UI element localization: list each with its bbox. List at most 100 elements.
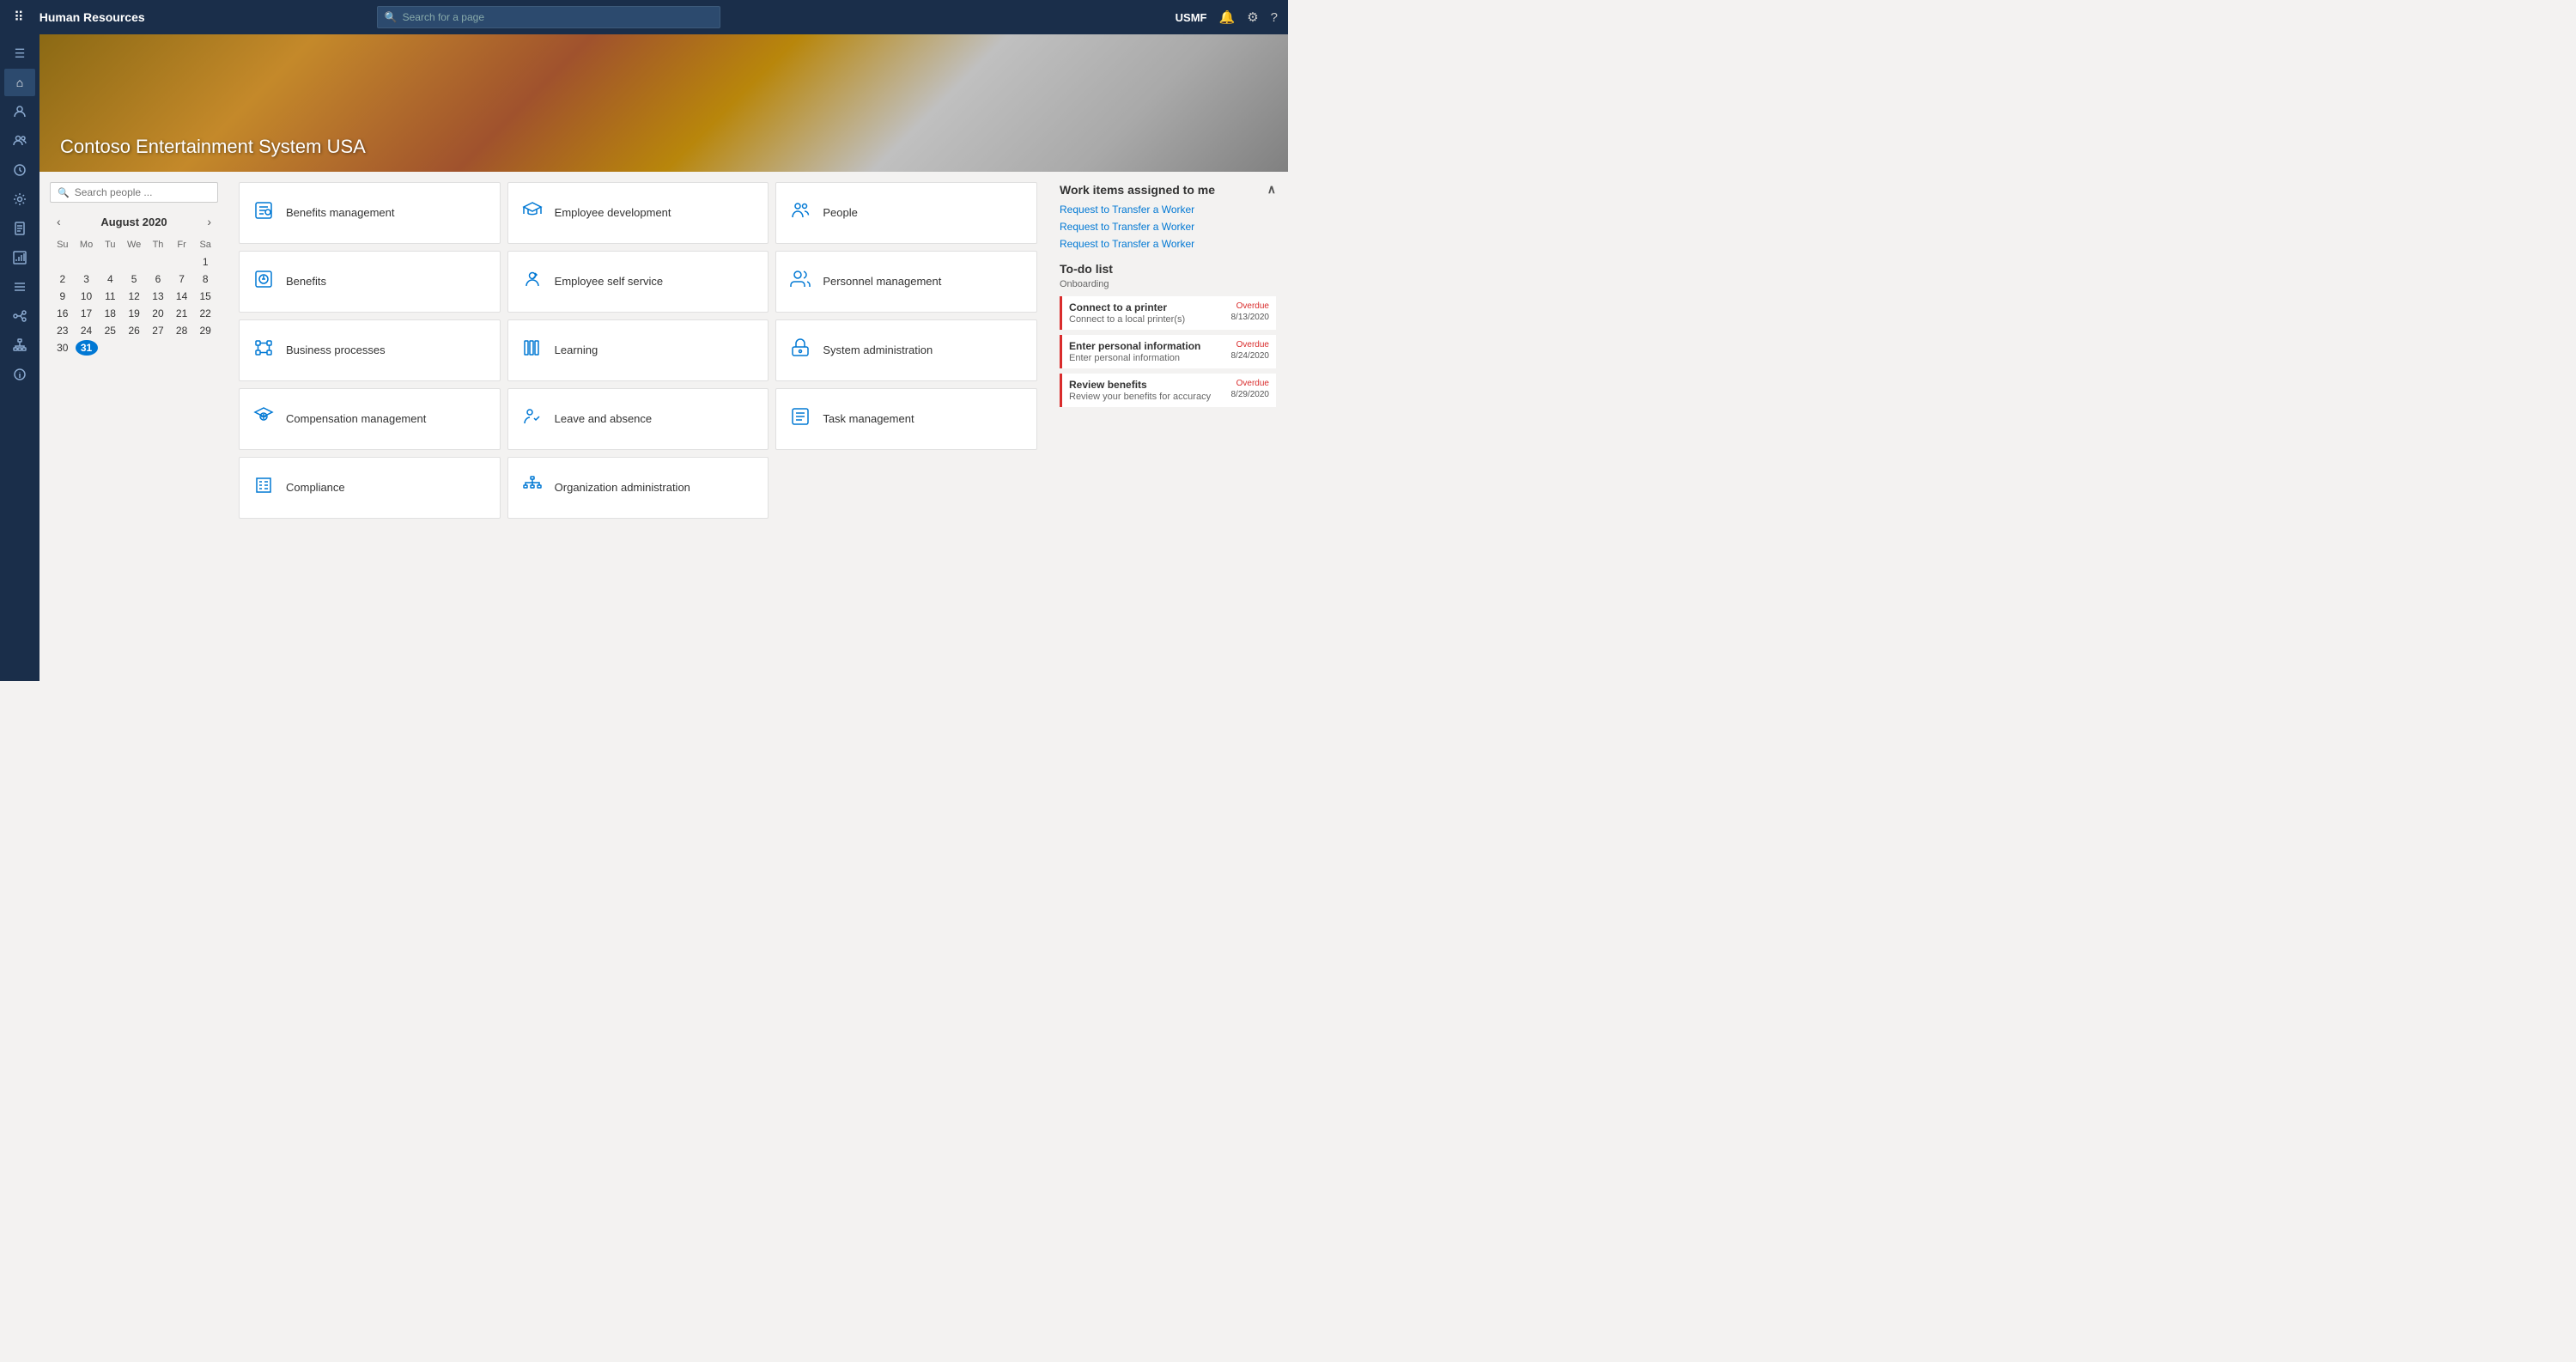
tile-business-processes[interactable]: Business processes	[239, 319, 501, 381]
calendar-day[interactable]: 23	[52, 323, 74, 338]
calendar-empty-day	[100, 340, 122, 356]
sidebar: ☰ ⌂	[0, 34, 39, 681]
calendar-prev-button[interactable]: ‹	[53, 213, 64, 230]
search-people-bar[interactable]: 🔍	[50, 182, 218, 203]
help-icon[interactable]: ?	[1271, 10, 1278, 25]
tile-compliance[interactable]: Compliance	[239, 457, 501, 519]
calendar-day[interactable]: 27	[147, 323, 169, 338]
todo-item-right-0: Overdue 8/13/2020	[1231, 301, 1270, 322]
sidebar-settings[interactable]	[4, 185, 35, 213]
tile-system-administration[interactable]: System administration	[775, 319, 1037, 381]
personnel-management-label: Personnel management	[823, 275, 941, 289]
tile-leave-and-absence[interactable]: Leave and absence	[507, 388, 769, 450]
employee-self-service-label: Employee self service	[555, 275, 663, 289]
calendar-day[interactable]: 9	[52, 289, 74, 304]
work-items-list: Request to Transfer a Worker Request to T…	[1060, 204, 1276, 250]
sidebar-org[interactable]	[4, 331, 35, 359]
gear-icon[interactable]: ⚙	[1247, 9, 1258, 25]
calendar-day[interactable]: 5	[123, 271, 145, 287]
todo-item-1[interactable]: Enter personal information Enter persona…	[1060, 335, 1276, 368]
sidebar-person[interactable]	[4, 98, 35, 125]
search-icon: 🔍	[385, 11, 398, 23]
tile-organization-administration[interactable]: Organization administration	[507, 457, 769, 519]
calendar-day[interactable]: 30	[52, 340, 74, 356]
calendar-empty-day	[123, 340, 145, 356]
calendar-day[interactable]: 13	[147, 289, 169, 304]
work-item-2[interactable]: Request to Transfer a Worker	[1060, 238, 1276, 250]
calendar-day[interactable]: 20	[147, 306, 169, 321]
calendar-day[interactable]: 10	[76, 289, 98, 304]
todo-item-0[interactable]: Connect to a printer Connect to a local …	[1060, 296, 1276, 330]
sidebar-connect[interactable]	[4, 302, 35, 330]
todo-status-1: Overdue	[1236, 340, 1269, 350]
calendar-day[interactable]: 21	[171, 306, 193, 321]
app-title: Human Resources	[39, 10, 145, 24]
todo-item-2[interactable]: Review benefits Review your benefits for…	[1060, 374, 1276, 407]
tile-employee-development[interactable]: Employee development	[507, 182, 769, 244]
calendar-empty-day	[171, 340, 193, 356]
tile-personnel-management[interactable]: Personnel management	[775, 251, 1037, 313]
sidebar-hamburger[interactable]: ☰	[4, 40, 35, 67]
calendar-day[interactable]: 24	[76, 323, 98, 338]
work-items-title: Work items assigned to me	[1060, 183, 1215, 197]
calendar-day[interactable]: 8	[194, 271, 216, 287]
learning-icon	[520, 337, 544, 363]
calendar-day[interactable]: 18	[100, 306, 122, 321]
calendar-day[interactable]: 31	[76, 340, 98, 356]
task-management-label: Task management	[823, 412, 914, 427]
calendar-day[interactable]: 1	[194, 254, 216, 270]
calendar-day[interactable]: 16	[52, 306, 74, 321]
sidebar-report[interactable]	[4, 244, 35, 271]
calendar-day[interactable]: 26	[123, 323, 145, 338]
search-input[interactable]	[403, 11, 713, 23]
sidebar-clock[interactable]	[4, 156, 35, 184]
grid-menu-icon[interactable]: ⠿	[10, 5, 27, 29]
calendar-day[interactable]: 7	[171, 271, 193, 287]
todo-subtitle: Onboarding	[1060, 279, 1276, 289]
calendar-day[interactable]: 3	[76, 271, 98, 287]
sidebar-group[interactable]	[4, 127, 35, 155]
company-label[interactable]: USMF	[1176, 11, 1207, 24]
work-item-0[interactable]: Request to Transfer a Worker	[1060, 204, 1276, 216]
tile-benefits-management[interactable]: Benefits management	[239, 182, 501, 244]
compensation-management-icon	[252, 406, 276, 432]
collapse-icon[interactable]: ∧	[1267, 182, 1276, 197]
calendar-next-button[interactable]: ›	[204, 213, 215, 230]
calendar-day[interactable]: 15	[194, 289, 216, 304]
tile-people[interactable]: People	[775, 182, 1037, 244]
benefits-management-icon	[252, 200, 276, 226]
calendar-day[interactable]: 6	[147, 271, 169, 287]
calendar-day[interactable]: 4	[100, 271, 122, 287]
tile-compensation-management[interactable]: Compensation management	[239, 388, 501, 450]
calendar-day[interactable]: 14	[171, 289, 193, 304]
tile-benefits[interactable]: Benefits	[239, 251, 501, 313]
notification-icon[interactable]: 🔔	[1219, 9, 1236, 25]
system-administration-label: System administration	[823, 344, 933, 358]
calendar-day[interactable]: 29	[194, 323, 216, 338]
sidebar-info[interactable]	[4, 361, 35, 388]
todo-item-content-2: Review benefits Review your benefits for…	[1069, 379, 1224, 402]
calendar: ‹ August 2020 › SuMoTuWeThFrSa 123456789…	[50, 213, 218, 357]
todo-item-content-0: Connect to a printer Connect to a local …	[1069, 301, 1224, 325]
calendar-day[interactable]: 22	[194, 306, 216, 321]
sidebar-list[interactable]	[4, 273, 35, 301]
calendar-day-header: Mo	[76, 237, 98, 252]
calendar-day[interactable]: 19	[123, 306, 145, 321]
calendar-day[interactable]: 11	[100, 289, 122, 304]
calendar-day[interactable]: 12	[123, 289, 145, 304]
calendar-day[interactable]: 2	[52, 271, 74, 287]
calendar-day[interactable]: 17	[76, 306, 98, 321]
search-people-input[interactable]	[75, 186, 210, 198]
benefits-icon	[252, 269, 276, 295]
tile-learning[interactable]: Learning	[507, 319, 769, 381]
tile-employee-self-service[interactable]: Employee self service	[507, 251, 769, 313]
sidebar-home[interactable]: ⌂	[4, 69, 35, 96]
calendar-day[interactable]: 28	[171, 323, 193, 338]
calendar-day[interactable]: 25	[100, 323, 122, 338]
tile-task-management[interactable]: Task management	[775, 388, 1037, 450]
work-item-1[interactable]: Request to Transfer a Worker	[1060, 221, 1276, 233]
todo-item-right-2: Overdue 8/29/2020	[1231, 379, 1270, 399]
search-bar[interactable]: 🔍	[377, 6, 720, 28]
compliance-label: Compliance	[286, 481, 345, 496]
sidebar-document[interactable]	[4, 215, 35, 242]
